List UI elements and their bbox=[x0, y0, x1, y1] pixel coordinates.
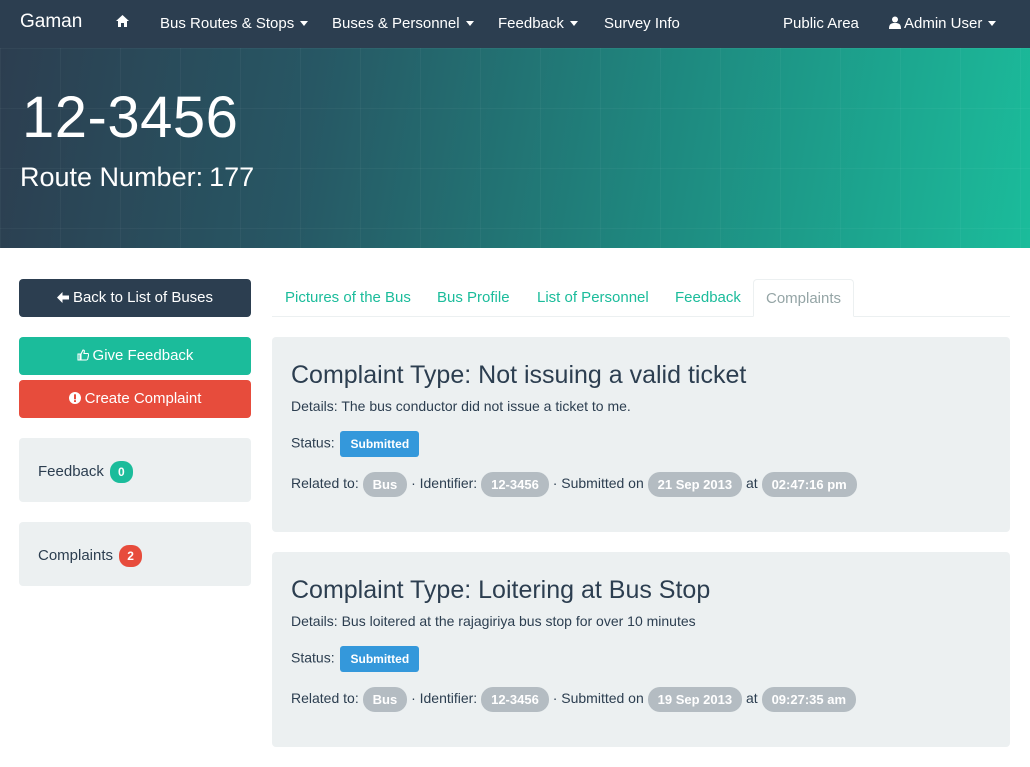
route-number-label: Route Number: bbox=[20, 162, 204, 192]
complaint-title: Complaint Type: Loitering at Bus Stop bbox=[291, 576, 711, 604]
tab-bus-profile[interactable]: Bus Profile bbox=[437, 279, 510, 317]
nav-public-area[interactable]: Public Area bbox=[783, 15, 859, 32]
nav-survey-info[interactable]: Survey Info bbox=[604, 15, 680, 32]
complaints-count-label: Complaints bbox=[38, 546, 114, 564]
nav-bus-routes-stops-label: Bus Routes & Stops bbox=[160, 15, 295, 32]
complaint-meta: Related to: Bus · Identifier: 12-3456 · … bbox=[291, 472, 857, 497]
feedback-count-badge: 0 bbox=[110, 461, 133, 483]
identifier-label: · Identifier: bbox=[411, 475, 478, 492]
bus-plate-number: 12-3456 bbox=[22, 85, 239, 150]
thumbs-up-icon bbox=[76, 337, 89, 375]
tab-feedback[interactable]: Feedback bbox=[675, 279, 741, 317]
feedback-count-label: Feedback bbox=[38, 462, 104, 480]
identifier-pill: 12-3456 bbox=[481, 687, 549, 712]
date-pill: 21 Sep 2013 bbox=[647, 472, 743, 497]
bus-detail-tabs: Pictures of the Bus Bus Profile List of … bbox=[272, 279, 1010, 317]
identifier-pill: 12-3456 bbox=[481, 472, 549, 497]
tab-complaints[interactable]: Complaints bbox=[753, 279, 855, 317]
tab-list-of-personnel[interactable]: List of Personnel bbox=[537, 279, 649, 317]
complaint-status: Status: Submitted bbox=[291, 646, 420, 672]
related-to-label: Related to: bbox=[291, 475, 359, 492]
submitted-on-label: · Submitted on bbox=[552, 475, 644, 492]
nav-feedback-label: Feedback bbox=[498, 15, 564, 32]
give-feedback-button[interactable]: Give Feedback bbox=[19, 337, 251, 375]
home-icon[interactable] bbox=[115, 14, 130, 32]
complaint-status: Status: Submitted bbox=[291, 431, 420, 457]
brand-link[interactable]: Gaman bbox=[20, 11, 82, 33]
complaint-meta: Related to: Bus · Identifier: 12-3456 · … bbox=[291, 687, 857, 712]
nav-buses-personnel-label: Buses & Personnel bbox=[332, 15, 460, 32]
status-badge: Submitted bbox=[340, 646, 420, 672]
time-pill: 02:47:16 pm bbox=[761, 472, 857, 497]
nav-user-menu[interactable]: Admin User bbox=[889, 15, 997, 32]
give-feedback-label: Give Feedback bbox=[92, 347, 194, 364]
complaints-count-badge: 2 bbox=[119, 545, 142, 567]
complaint-details: Details: Bus loitered at the rajagiriya … bbox=[291, 613, 696, 629]
nav-buses-personnel[interactable]: Buses & Personnel bbox=[332, 15, 474, 32]
nav-feedback[interactable]: Feedback bbox=[498, 15, 578, 32]
complaint-card: Complaint Type: Loitering at Bus Stop De… bbox=[272, 552, 1010, 747]
back-to-list-label: Back to List of Buses bbox=[72, 289, 214, 306]
time-pill: 09:27:35 am bbox=[761, 687, 857, 712]
complaints-count-panel: Complaints 2 bbox=[19, 522, 251, 586]
status-badge: Submitted bbox=[340, 431, 420, 457]
create-complaint-label: Create Complaint bbox=[84, 390, 202, 407]
bus-header: 12-3456 Route Number: 177 bbox=[0, 48, 1030, 248]
route-number: Route Number: 177 bbox=[20, 162, 254, 193]
at-label: at bbox=[746, 475, 758, 492]
exclamation-circle-icon bbox=[68, 380, 81, 418]
create-complaint-button[interactable]: Create Complaint bbox=[19, 380, 251, 418]
feedback-count-panel: Feedback 0 bbox=[19, 438, 251, 502]
route-number-value: 177 bbox=[209, 162, 255, 192]
back-to-list-button[interactable]: Back to List of Buses bbox=[19, 279, 251, 317]
related-to-pill: Bus bbox=[362, 472, 408, 497]
caret-down-icon bbox=[988, 20, 997, 26]
complaint-card: Complaint Type: Not issuing a valid tick… bbox=[272, 337, 1010, 532]
top-navbar: Gaman Bus Routes & Stops Buses & Personn… bbox=[0, 0, 1030, 48]
caret-down-icon bbox=[569, 20, 578, 26]
user-name: Admin User bbox=[904, 15, 983, 32]
related-to-label: Related to: bbox=[291, 690, 359, 707]
tab-pictures-of-the-bus[interactable]: Pictures of the Bus bbox=[285, 279, 411, 317]
caret-down-icon bbox=[300, 20, 309, 26]
submitted-on-label: · Submitted on bbox=[552, 690, 644, 707]
status-label: Status: bbox=[291, 649, 335, 666]
feedback-count-row: Feedback 0 bbox=[38, 461, 133, 483]
user-icon bbox=[889, 16, 901, 29]
nav-bus-routes-stops[interactable]: Bus Routes & Stops bbox=[160, 15, 309, 32]
nav-survey-info-label: Survey Info bbox=[604, 15, 680, 32]
complaint-details: Details: The bus conductor did not issue… bbox=[291, 398, 631, 414]
complaint-title: Complaint Type: Not issuing a valid tick… bbox=[291, 361, 747, 389]
caret-down-icon bbox=[465, 20, 474, 26]
arrow-left-icon bbox=[56, 279, 69, 317]
at-label: at bbox=[746, 690, 758, 707]
date-pill: 19 Sep 2013 bbox=[647, 687, 743, 712]
status-label: Status: bbox=[291, 434, 335, 451]
related-to-pill: Bus bbox=[362, 687, 408, 712]
identifier-label: · Identifier: bbox=[411, 690, 478, 707]
complaints-count-row: Complaints 2 bbox=[38, 545, 142, 567]
